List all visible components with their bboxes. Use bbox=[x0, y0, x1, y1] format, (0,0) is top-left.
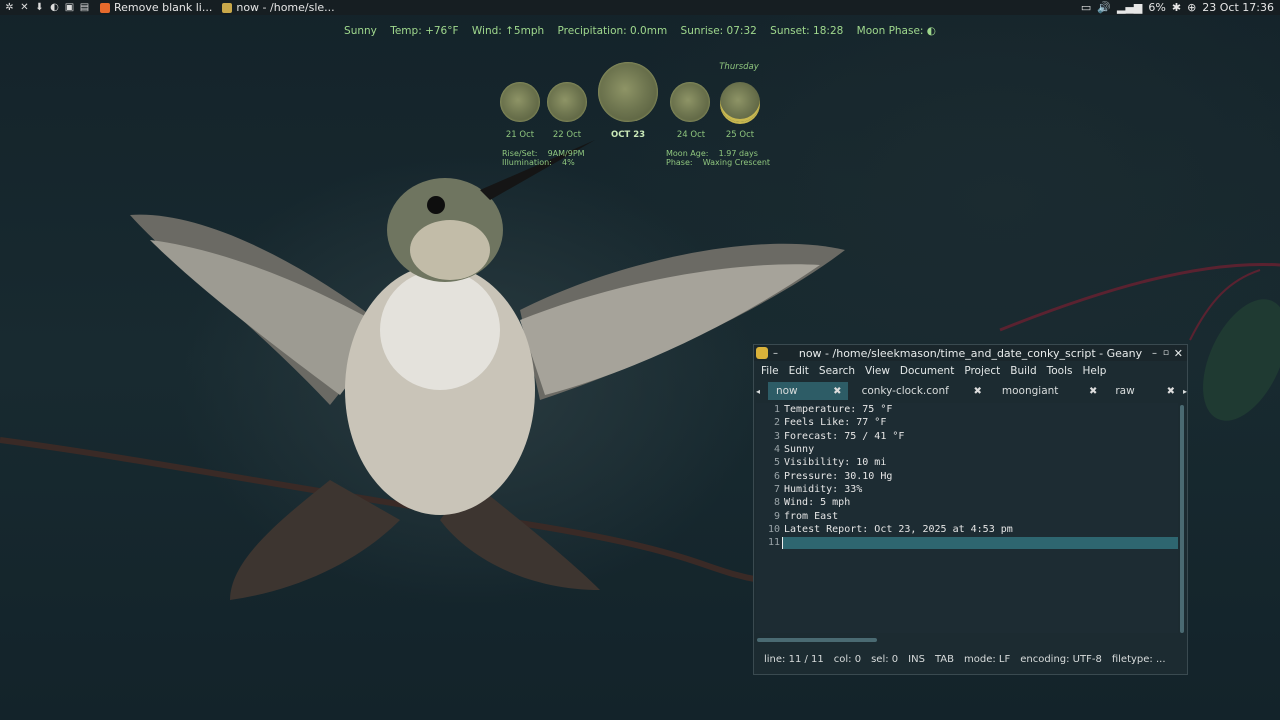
line-number: 7 bbox=[773, 483, 780, 495]
weather-moon-phase: Moon Phase: ◐ bbox=[856, 25, 936, 37]
editor-line: 10 Latest Report: Oct 23, 2025 at 4:53 pm bbox=[756, 523, 1178, 536]
geany-window[interactable]: – now - /home/sleekmason/time_and_date_c… bbox=[753, 344, 1188, 675]
line-number: 8 bbox=[773, 497, 780, 509]
editor-line: 6 Pressure: 30.10 Hg bbox=[756, 469, 1178, 482]
line-text: Forecast: 75 / 41 °F bbox=[784, 430, 905, 442]
editor-line: 2 Feels Like: 77 °F bbox=[756, 416, 1178, 429]
menu-view[interactable]: View bbox=[865, 365, 890, 377]
line-text: from East bbox=[784, 510, 839, 522]
line-text: Sunny bbox=[784, 444, 815, 456]
code-editor[interactable]: 1 Temperature: 75 °F 2 Feels Like: 77 °F 3… bbox=[756, 403, 1178, 633]
line-number: 6 bbox=[773, 470, 780, 482]
editor-line-current: 11 bbox=[756, 536, 1178, 549]
line-text: Pressure: 30.10 Hg bbox=[784, 470, 893, 482]
weather-sunset: Sunset: 18:28 bbox=[770, 25, 844, 37]
weather-condition: Sunny bbox=[344, 25, 377, 37]
menu-project[interactable]: Project bbox=[964, 365, 1000, 377]
window-titlebar[interactable]: – now - /home/sleekmason/time_and_date_c… bbox=[754, 345, 1187, 361]
tab-label: raw bbox=[1115, 385, 1135, 397]
menu-help[interactable]: Help bbox=[1083, 365, 1107, 377]
moon-icon bbox=[720, 82, 760, 122]
tab-conky-clock[interactable]: conky-clock.conf ✖ bbox=[854, 382, 988, 400]
status-encoding: encoding: UTF-8 bbox=[1020, 653, 1102, 665]
status-line: line: 11 / 11 bbox=[764, 653, 824, 665]
status-bar: line: 11 / 11 col: 0 sel: 0 INS TAB mode… bbox=[754, 644, 1187, 674]
line-text: Temperature: 75 °F bbox=[784, 404, 893, 416]
moon-day-label: 25 Oct bbox=[725, 130, 755, 140]
status-sel: sel: 0 bbox=[871, 653, 899, 665]
moon-icon bbox=[670, 82, 710, 122]
editor-line: 1 Temperature: 75 °F bbox=[756, 403, 1178, 416]
editor-line: 4 Sunny bbox=[756, 443, 1178, 456]
horizontal-scrollbar[interactable] bbox=[757, 638, 877, 642]
tab-label: conky-clock.conf bbox=[861, 385, 949, 397]
moon-icon bbox=[547, 82, 587, 122]
menu-edit[interactable]: Edit bbox=[789, 365, 809, 377]
line-text: Feels Like: 77 °F bbox=[784, 417, 887, 429]
close-tab-icon[interactable]: ✖ bbox=[1089, 386, 1097, 397]
line-number: 2 bbox=[773, 417, 780, 429]
moon-icon bbox=[598, 62, 658, 122]
close-icon[interactable]: ✕ bbox=[1174, 347, 1183, 360]
line-number: 10 bbox=[767, 523, 780, 535]
editor-line: 7 Humidity: 33% bbox=[756, 483, 1178, 496]
vertical-scrollbar[interactable] bbox=[1180, 405, 1184, 633]
window-title: now - /home/sleekmason/time_and_date_con… bbox=[798, 346, 1143, 360]
moon-info-right: Moon Age: 1.97 days Phase: Waxing Cresce… bbox=[666, 149, 771, 167]
status-col: col: 0 bbox=[833, 653, 862, 665]
moon-info-left: Rise/Set: 9AM/9PM Illumination: 4% bbox=[502, 149, 585, 167]
moon-weekday: Thursday bbox=[719, 62, 759, 72]
editor-line: 8 Wind: 5 mph bbox=[756, 496, 1178, 509]
menu-search[interactable]: Search bbox=[819, 365, 855, 377]
tab-raw[interactable]: raw ✖ bbox=[1107, 382, 1181, 400]
weather-precip: Precipitation: 0.0mm bbox=[557, 25, 668, 37]
tab-now[interactable]: now ✖ bbox=[767, 382, 848, 400]
line-number: 4 bbox=[773, 444, 780, 456]
menu-file[interactable]: File bbox=[761, 365, 779, 377]
moon-day-label: 22 Oct bbox=[552, 130, 582, 140]
weather-temp: Temp: +76°F bbox=[390, 25, 459, 37]
line-text: Wind: 5 mph bbox=[784, 497, 851, 509]
line-number: 11 bbox=[767, 537, 780, 549]
tab-label: moongiant bbox=[1001, 385, 1059, 397]
close-tab-icon[interactable]: ✖ bbox=[973, 386, 981, 397]
status-filetype: filetype: ... bbox=[1111, 653, 1166, 665]
editor-line: 3 Forecast: 75 / 41 °F bbox=[756, 430, 1178, 443]
close-tab-icon[interactable]: ✖ bbox=[833, 386, 841, 397]
menu-document[interactable]: Document bbox=[900, 365, 954, 377]
close-tab-icon[interactable]: ✖ bbox=[1167, 386, 1175, 397]
tab-label: now bbox=[775, 385, 798, 397]
line-number: 1 bbox=[773, 404, 780, 416]
moon-day-label-today: OCT 23 bbox=[610, 130, 646, 140]
menubar: File Edit Search View Document Project B… bbox=[754, 361, 1187, 381]
weather-conky: Sunny Temp: +76°F Wind: ↑5mph Precipitat… bbox=[0, 25, 1280, 37]
minimize-icon[interactable]: – bbox=[1152, 348, 1157, 359]
status-ins: INS bbox=[908, 653, 925, 665]
line-number: 9 bbox=[773, 510, 780, 522]
menu-tools[interactable]: Tools bbox=[1047, 365, 1073, 377]
editor-line: 9 from East bbox=[756, 509, 1178, 522]
tab-bar: ◂ now ✖ conky-clock.conf ✖ moongiant ✖ r… bbox=[754, 381, 1187, 401]
maximize-icon[interactable]: ▫ bbox=[1163, 348, 1169, 358]
line-number: 3 bbox=[773, 430, 780, 442]
tab-scroll-right-icon[interactable]: ▸ bbox=[1183, 387, 1187, 396]
tab-moongiant[interactable]: moongiant ✖ bbox=[994, 382, 1103, 400]
status-mode: mode: LF bbox=[963, 653, 1011, 665]
line-text bbox=[782, 536, 1178, 549]
weather-sunrise: Sunrise: 07:32 bbox=[680, 25, 757, 37]
line-text: Humidity: 33% bbox=[784, 483, 863, 495]
weather-wind: Wind: ↑5mph bbox=[471, 25, 545, 37]
line-text: Latest Report: Oct 23, 2025 at 4:53 pm bbox=[784, 523, 1013, 535]
line-text: Visibility: 10 mi bbox=[784, 457, 887, 469]
menu-build[interactable]: Build bbox=[1010, 365, 1036, 377]
status-tab: TAB bbox=[934, 653, 954, 665]
moon-icon bbox=[500, 82, 540, 122]
tab-scroll-left-icon[interactable]: ◂ bbox=[756, 387, 764, 396]
line-number: 5 bbox=[773, 457, 780, 469]
editor-line: 5 Visibility: 10 mi bbox=[756, 456, 1178, 469]
